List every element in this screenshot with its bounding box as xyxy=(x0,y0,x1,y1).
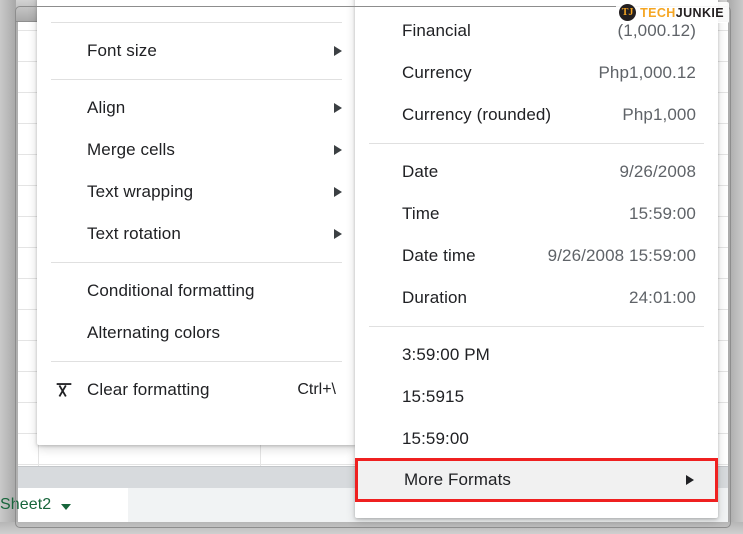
format-option-time-hms[interactable]: 15:59:00 xyxy=(355,418,718,460)
menu-item-align[interactable]: Align xyxy=(37,87,356,129)
menu-item-shortcut: Ctrl+\ xyxy=(297,381,342,399)
window-frame-bottom xyxy=(0,522,743,534)
chevron-right-icon xyxy=(334,103,342,113)
menu-divider xyxy=(51,262,342,263)
menu-item-merge-cells[interactable]: Merge cells xyxy=(37,129,356,171)
menu-divider xyxy=(51,22,342,23)
format-option-time-12h[interactable]: 3:59:00 PM xyxy=(355,334,718,376)
menu-item-label: Font size xyxy=(87,41,157,61)
menu-item-more-formats[interactable]: More Formats xyxy=(357,460,716,500)
format-option-label: Date time xyxy=(402,246,476,266)
format-option-date[interactable]: Date 9/26/2008 xyxy=(355,151,718,193)
format-option-label: 15:59:00 xyxy=(402,429,469,449)
format-option-label: Currency xyxy=(402,63,472,83)
format-option-sample: (1,000.12) xyxy=(618,21,697,41)
format-option-label: Duration xyxy=(402,288,467,308)
menu-item-label: Clear formatting xyxy=(87,380,210,400)
menu-item-label: Conditional formatting xyxy=(87,281,255,301)
format-option-sample: 15:59:00 xyxy=(629,204,696,224)
format-menu[interactable]: Font size Align Merge cells Text wrappin… xyxy=(37,0,356,445)
watermark-text-tech: TECH xyxy=(640,6,676,20)
format-option-currency[interactable]: Currency Php1,000.12 xyxy=(355,52,718,94)
chevron-right-icon xyxy=(334,145,342,155)
menu-item-label: Merge cells xyxy=(87,140,175,160)
format-option-duration[interactable]: Duration 24:01:00 xyxy=(355,277,718,319)
format-option-date-time[interactable]: Date time 9/26/2008 15:59:00 xyxy=(355,235,718,277)
menu-divider xyxy=(51,79,342,80)
format-option-time-hm[interactable]: 15:5915 xyxy=(355,376,718,418)
menu-item-label: Alternating colors xyxy=(87,323,220,343)
techjunkie-badge-icon: TJ xyxy=(619,4,636,21)
menu-item-label: Align xyxy=(87,98,125,118)
format-option-time[interactable]: Time 15:59:00 xyxy=(355,193,718,235)
chevron-right-icon xyxy=(334,46,342,56)
format-option-label: Currency (rounded) xyxy=(402,105,551,125)
menu-divider xyxy=(369,143,704,144)
techjunkie-watermark: TJ TECH JUNKIE xyxy=(616,2,729,23)
menu-item-label: Text rotation xyxy=(87,224,181,244)
chevron-down-icon[interactable] xyxy=(61,504,71,510)
menu-item-font-size[interactable]: Font size xyxy=(37,30,356,72)
window-frame-left xyxy=(0,0,16,534)
watermark-text-junkie: JUNKIE xyxy=(676,6,724,20)
menu-item-conditional-formatting[interactable]: Conditional formatting xyxy=(37,270,356,312)
format-option-label: Financial xyxy=(402,21,471,41)
format-option-sample: 9/26/2008 15:59:00 xyxy=(548,246,696,266)
menu-item-alternating-colors[interactable]: Alternating colors xyxy=(37,312,356,354)
format-option-sample: Php1,000.12 xyxy=(598,63,696,83)
window-frame-right xyxy=(727,0,743,534)
sheet-tab-label: Sheet2 xyxy=(0,496,51,514)
menu-item-clear-formatting[interactable]: Clear formatting Ctrl+\ xyxy=(37,369,356,411)
format-option-sample: 24:01:00 xyxy=(629,288,696,308)
chevron-right-icon xyxy=(686,475,694,485)
menu-divider xyxy=(369,326,704,327)
clear-formatting-icon xyxy=(53,379,75,401)
menu-divider xyxy=(51,361,342,362)
format-option-currency-rounded[interactable]: Currency (rounded) Php1,000 xyxy=(355,94,718,136)
format-option-sample: Php1,000 xyxy=(622,105,696,125)
format-option-label: 15:5915 xyxy=(402,387,464,407)
format-option-label: Time xyxy=(402,204,440,224)
menu-item-text-wrapping[interactable]: Text wrapping xyxy=(37,171,356,213)
menu-item-text-rotation[interactable]: Text rotation xyxy=(37,213,356,255)
format-option-label: Date xyxy=(402,162,438,182)
format-option-sample: 9/26/2008 xyxy=(619,162,696,182)
chevron-right-icon xyxy=(334,187,342,197)
number-format-submenu[interactable]: Financial (1,000.12) Currency Php1,000.1… xyxy=(355,0,718,518)
sheet-tab-sheet2[interactable]: Sheet2 xyxy=(18,488,128,522)
menu-item-label: More Formats xyxy=(404,470,511,490)
format-option-label: 3:59:00 PM xyxy=(402,345,490,365)
screenshot-root: Sheet2 Font size Align Merge cells Text … xyxy=(0,0,743,534)
chevron-right-icon xyxy=(334,229,342,239)
menu-item-label: Text wrapping xyxy=(87,182,193,202)
